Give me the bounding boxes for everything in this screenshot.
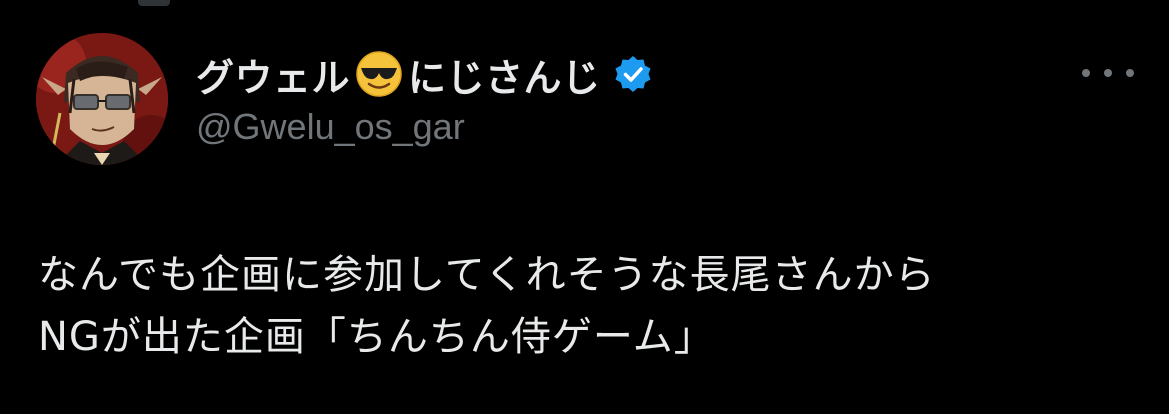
scroll-indicator (138, 0, 170, 6)
author-handle[interactable]: @Gwelu_os_gar (196, 106, 465, 148)
avatar[interactable] (36, 33, 168, 165)
more-dot (1126, 69, 1134, 77)
avatar-illustration-icon (36, 33, 168, 165)
tweet-text: なんでも企画に参加してくれそうな長尾さんから NGが出た企画「ちんちん侍ゲーム」 (38, 244, 1138, 368)
author-name-row[interactable]: グウェル にじさんじ (196, 48, 653, 100)
tweet-line: なんでも企画に参加してくれそうな長尾さんから (38, 252, 936, 298)
more-icon[interactable] (1082, 58, 1134, 88)
tweet-line: NGが出た企画「ちんちん侍ゲーム」 (38, 314, 715, 360)
more-dot (1104, 69, 1112, 77)
display-name-part2[interactable]: にじさんじ (408, 47, 601, 102)
smiling-face-with-sunglasses-icon (354, 49, 404, 99)
more-dot (1082, 69, 1090, 77)
verified-badge-icon[interactable] (613, 54, 653, 94)
display-name-part1[interactable]: グウェル (196, 47, 350, 102)
